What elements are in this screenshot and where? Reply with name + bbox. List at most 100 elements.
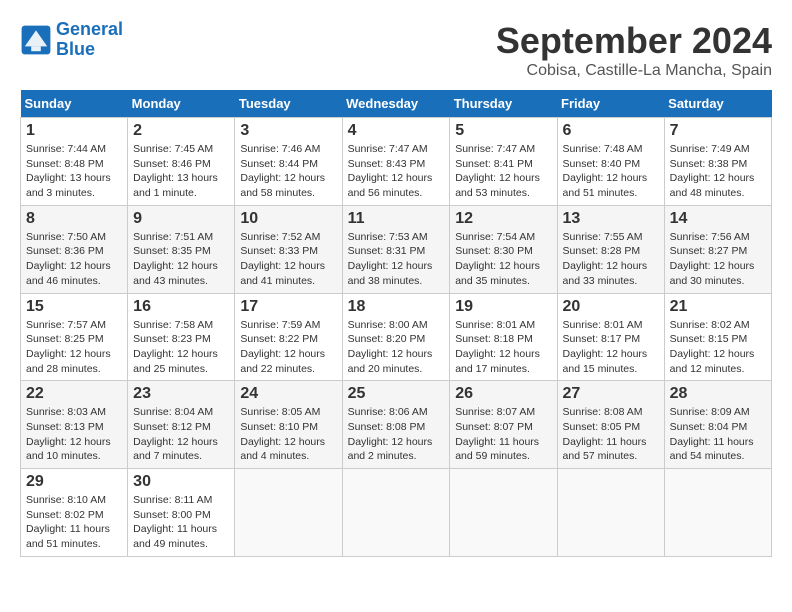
day-number: 16	[133, 298, 229, 316]
day-info: Sunrise: 8:06 AM Sunset: 8:08 PM Dayligh…	[348, 405, 445, 464]
logo: General Blue	[20, 20, 123, 60]
day-cell: 26 Sunrise: 8:07 AM Sunset: 8:07 PM Dayli…	[450, 381, 557, 469]
day-cell: 18 Sunrise: 8:00 AM Sunset: 8:20 PM Dayli…	[342, 293, 450, 381]
day-number: 15	[26, 298, 122, 316]
day-number: 17	[240, 298, 336, 316]
title-area: September 2024 Cobisa, Castille-La Manch…	[496, 20, 772, 80]
day-info: Sunrise: 7:44 AM Sunset: 8:48 PM Dayligh…	[26, 142, 122, 201]
logo-line2: Blue	[56, 39, 95, 59]
day-info: Sunrise: 7:52 AM Sunset: 8:33 PM Dayligh…	[240, 230, 336, 289]
day-cell: 27Sunrise: 8:08 AM Sunset: 8:05 PM Dayli…	[557, 381, 664, 469]
day-cell: 8 Sunrise: 7:50 AM Sunset: 8:36 PM Daylig…	[21, 205, 128, 293]
day-info: Sunrise: 8:10 AM Sunset: 8:02 PM Dayligh…	[26, 493, 122, 552]
day-cell	[557, 469, 664, 557]
day-cell	[664, 469, 771, 557]
day-cell: 24 Sunrise: 8:05 AM Sunset: 8:10 PM Dayli…	[235, 381, 342, 469]
day-cell: 15 Sunrise: 7:57 AM Sunset: 8:25 PM Dayli…	[21, 293, 128, 381]
weekday-header-friday: Friday	[557, 90, 664, 118]
day-cell: 6Sunrise: 7:48 AM Sunset: 8:40 PM Daylig…	[557, 118, 664, 206]
weekday-header-wednesday: Wednesday	[342, 90, 450, 118]
day-cell	[450, 469, 557, 557]
day-info: Sunrise: 8:02 AM Sunset: 8:15 PM Dayligh…	[670, 318, 766, 377]
month-title: September 2024	[496, 20, 772, 62]
day-cell: 12Sunrise: 7:54 AM Sunset: 8:30 PM Dayli…	[450, 205, 557, 293]
day-info: Sunrise: 7:47 AM Sunset: 8:41 PM Dayligh…	[455, 142, 551, 201]
week-row-5: 29 Sunrise: 8:10 AM Sunset: 8:02 PM Dayli…	[21, 469, 772, 557]
day-number: 12	[455, 210, 551, 228]
logo-line1: General	[56, 19, 123, 39]
day-cell: 7Sunrise: 7:49 AM Sunset: 8:38 PM Daylig…	[664, 118, 771, 206]
weekday-header-saturday: Saturday	[664, 90, 771, 118]
day-cell: 5 Sunrise: 7:47 AM Sunset: 8:41 PM Daylig…	[450, 118, 557, 206]
day-cell	[342, 469, 450, 557]
day-info: Sunrise: 7:50 AM Sunset: 8:36 PM Dayligh…	[26, 230, 122, 289]
day-info: Sunrise: 8:11 AM Sunset: 8:00 PM Dayligh…	[133, 493, 229, 552]
day-number: 25	[348, 385, 445, 403]
day-info: Sunrise: 7:48 AM Sunset: 8:40 PM Dayligh…	[563, 142, 659, 201]
weekday-header-row: SundayMondayTuesdayWednesdayThursdayFrid…	[21, 90, 772, 118]
day-cell: 1 Sunrise: 7:44 AM Sunset: 8:48 PM Daylig…	[21, 118, 128, 206]
day-info: Sunrise: 7:57 AM Sunset: 8:25 PM Dayligh…	[26, 318, 122, 377]
day-cell: 28Sunrise: 8:09 AM Sunset: 8:04 PM Dayli…	[664, 381, 771, 469]
day-cell: 13 Sunrise: 7:55 AM Sunset: 8:28 PM Dayli…	[557, 205, 664, 293]
day-number: 14	[670, 210, 766, 228]
day-number: 18	[348, 298, 445, 316]
day-cell: 9Sunrise: 7:51 AM Sunset: 8:35 PM Daylig…	[128, 205, 235, 293]
day-cell: 22 Sunrise: 8:03 AM Sunset: 8:13 PM Dayli…	[21, 381, 128, 469]
location-title: Cobisa, Castille-La Mancha, Spain	[496, 62, 772, 80]
weekday-header-thursday: Thursday	[450, 90, 557, 118]
day-info: Sunrise: 8:04 AM Sunset: 8:12 PM Dayligh…	[133, 405, 229, 464]
day-number: 10	[240, 210, 336, 228]
day-cell: 10 Sunrise: 7:52 AM Sunset: 8:33 PM Dayli…	[235, 205, 342, 293]
day-number: 20	[563, 298, 659, 316]
day-number: 28	[670, 385, 766, 403]
day-info: Sunrise: 8:05 AM Sunset: 8:10 PM Dayligh…	[240, 405, 336, 464]
day-cell: 23 Sunrise: 8:04 AM Sunset: 8:12 PM Dayli…	[128, 381, 235, 469]
day-info: Sunrise: 7:55 AM Sunset: 8:28 PM Dayligh…	[563, 230, 659, 289]
day-number: 5	[455, 122, 551, 140]
day-number: 19	[455, 298, 551, 316]
day-info: Sunrise: 8:01 AM Sunset: 8:17 PM Dayligh…	[563, 318, 659, 377]
day-cell: 17Sunrise: 7:59 AM Sunset: 8:22 PM Dayli…	[235, 293, 342, 381]
day-info: Sunrise: 8:07 AM Sunset: 8:07 PM Dayligh…	[455, 405, 551, 464]
day-cell: 29 Sunrise: 8:10 AM Sunset: 8:02 PM Dayli…	[21, 469, 128, 557]
day-info: Sunrise: 8:08 AM Sunset: 8:05 PM Dayligh…	[563, 405, 659, 464]
day-number: 23	[133, 385, 229, 403]
day-number: 3	[240, 122, 336, 140]
day-number: 22	[26, 385, 122, 403]
day-number: 13	[563, 210, 659, 228]
day-cell: 14 Sunrise: 7:56 AM Sunset: 8:27 PM Dayli…	[664, 205, 771, 293]
day-cell	[235, 469, 342, 557]
day-number: 26	[455, 385, 551, 403]
logo-text: General Blue	[56, 20, 123, 60]
weekday-header-tuesday: Tuesday	[235, 90, 342, 118]
week-row-3: 15 Sunrise: 7:57 AM Sunset: 8:25 PM Dayli…	[21, 293, 772, 381]
day-cell: 4Sunrise: 7:47 AM Sunset: 8:43 PM Daylig…	[342, 118, 450, 206]
day-cell: 2 Sunrise: 7:45 AM Sunset: 8:46 PM Daylig…	[128, 118, 235, 206]
calendar-table: SundayMondayTuesdayWednesdayThursdayFrid…	[20, 90, 772, 557]
day-cell: 16Sunrise: 7:58 AM Sunset: 8:23 PM Dayli…	[128, 293, 235, 381]
weekday-header-sunday: Sunday	[21, 90, 128, 118]
day-cell: 30Sunrise: 8:11 AM Sunset: 8:00 PM Dayli…	[128, 469, 235, 557]
day-info: Sunrise: 7:45 AM Sunset: 8:46 PM Dayligh…	[133, 142, 229, 201]
day-info: Sunrise: 8:03 AM Sunset: 8:13 PM Dayligh…	[26, 405, 122, 464]
day-number: 21	[670, 298, 766, 316]
logo-icon	[20, 24, 52, 56]
day-cell: 20 Sunrise: 8:01 AM Sunset: 8:17 PM Dayli…	[557, 293, 664, 381]
week-row-1: 1 Sunrise: 7:44 AM Sunset: 8:48 PM Daylig…	[21, 118, 772, 206]
day-number: 4	[348, 122, 445, 140]
week-row-4: 22 Sunrise: 8:03 AM Sunset: 8:13 PM Dayli…	[21, 381, 772, 469]
day-cell: 3Sunrise: 7:46 AM Sunset: 8:44 PM Daylig…	[235, 118, 342, 206]
day-info: Sunrise: 7:56 AM Sunset: 8:27 PM Dayligh…	[670, 230, 766, 289]
day-number: 1	[26, 122, 122, 140]
day-info: Sunrise: 7:51 AM Sunset: 8:35 PM Dayligh…	[133, 230, 229, 289]
day-number: 24	[240, 385, 336, 403]
day-cell: 25 Sunrise: 8:06 AM Sunset: 8:08 PM Dayli…	[342, 381, 450, 469]
day-number: 2	[133, 122, 229, 140]
day-number: 8	[26, 210, 122, 228]
day-number: 29	[26, 473, 122, 491]
day-info: Sunrise: 7:49 AM Sunset: 8:38 PM Dayligh…	[670, 142, 766, 201]
week-row-2: 8 Sunrise: 7:50 AM Sunset: 8:36 PM Daylig…	[21, 205, 772, 293]
day-info: Sunrise: 8:01 AM Sunset: 8:18 PM Dayligh…	[455, 318, 551, 377]
day-info: Sunrise: 8:00 AM Sunset: 8:20 PM Dayligh…	[348, 318, 445, 377]
